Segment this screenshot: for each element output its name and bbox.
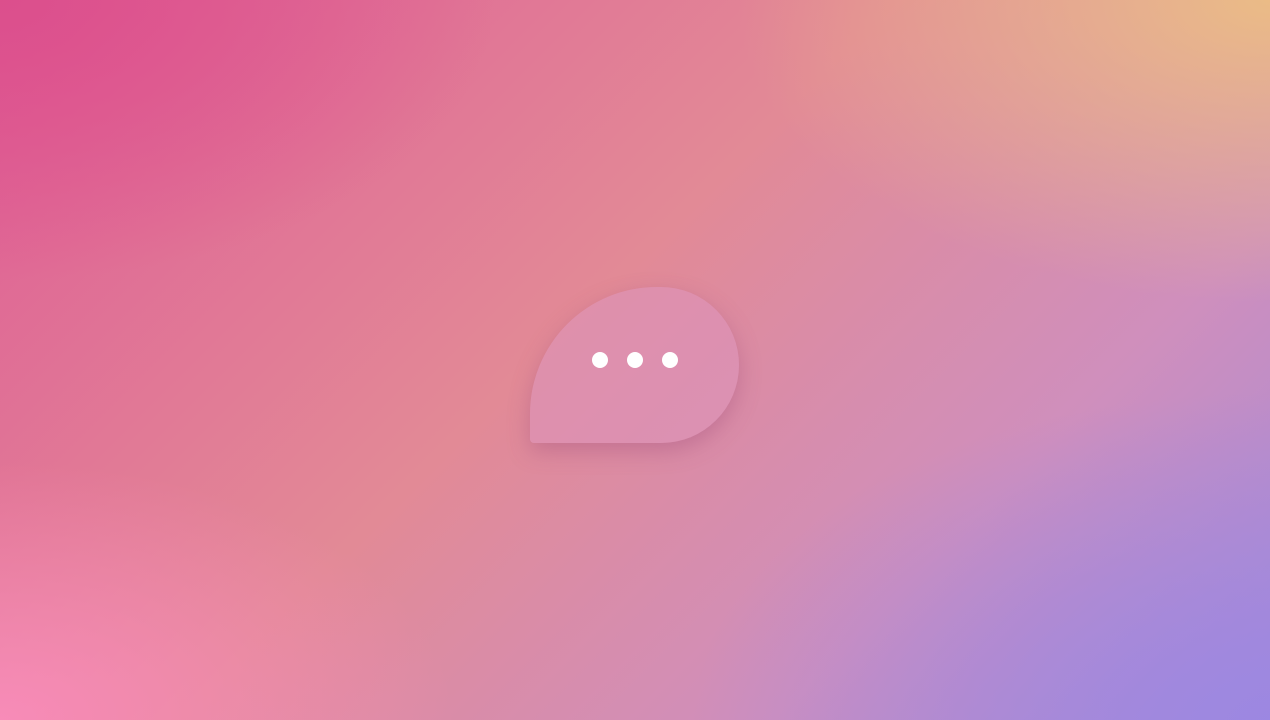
typing-dot-1 [591,352,608,368]
typing-dots [530,287,739,443]
screen [0,0,1270,720]
typing-dot-2 [626,352,643,368]
typing-dot-3 [661,352,678,368]
typing-bubble-icon [530,287,739,443]
